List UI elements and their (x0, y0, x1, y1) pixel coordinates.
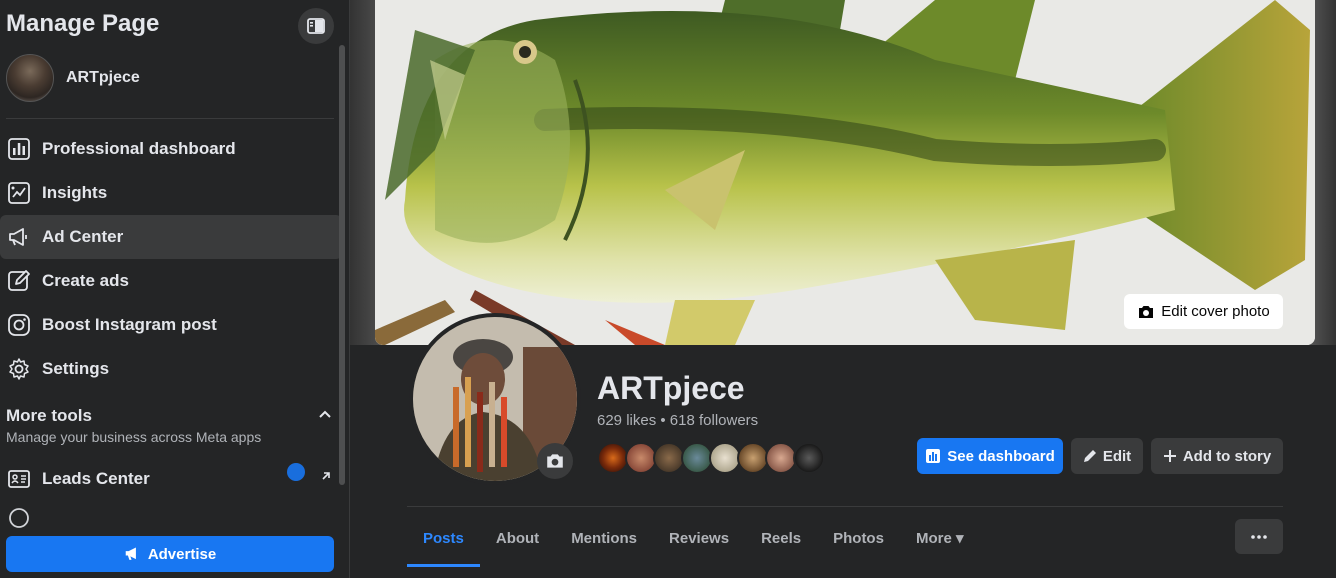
edit-cover-label: Edit cover photo (1161, 303, 1270, 320)
notification-badge (287, 463, 305, 481)
sidebar-item-ad-center[interactable]: Ad Center (0, 215, 342, 259)
see-dashboard-label: See dashboard (947, 447, 1055, 465)
sidebar-scrollbar[interactable] (339, 45, 345, 485)
sidebar-item-insights[interactable]: Insights (0, 171, 342, 215)
tab-mentions[interactable]: Mentions (555, 510, 653, 566)
sidebar: Manage Page ARTpjece Professional dashbo… (0, 0, 350, 578)
page-switcher[interactable]: ARTpjece (6, 54, 140, 102)
sidebar-item-label: Insights (42, 183, 108, 202)
chevron-up-icon[interactable] (318, 408, 332, 427)
dashboard-icon (6, 136, 32, 162)
divider (407, 506, 1283, 507)
sidebar-item-create-ads[interactable]: Create ads (0, 259, 342, 303)
collapse-sidebar-button[interactable] (298, 8, 334, 44)
advertise-label: Advertise (147, 545, 217, 563)
instagram-icon (6, 312, 32, 338)
sidebar-toggle-icon (307, 18, 325, 34)
sidebar-item-boost-instagram[interactable]: Boost Instagram post (0, 303, 342, 347)
external-link-icon (320, 469, 332, 487)
plus-icon (1163, 449, 1177, 463)
edit-label: Edit (1102, 447, 1132, 465)
megaphone-icon (6, 224, 32, 250)
megaphone-icon (125, 547, 136, 560)
tab-reviews[interactable]: Reviews (653, 510, 745, 566)
pencil-square-icon (6, 268, 32, 294)
sidebar-item-label: Boost Instagram post (42, 315, 217, 334)
change-profile-photo-button[interactable] (537, 443, 573, 479)
sidebar-item-label: Settings (42, 359, 110, 378)
leads-icon (6, 466, 32, 492)
tab-more[interactable]: More ▾ (900, 510, 980, 566)
edit-cover-photo-button[interactable]: Edit cover photo (1124, 294, 1283, 329)
tab-posts[interactable]: Posts (407, 510, 480, 567)
insights-icon (6, 180, 32, 206)
sidebar-item-professional-dashboard[interactable]: Professional dashboard (0, 127, 342, 171)
advertise-button[interactable]: Advertise (6, 536, 334, 572)
gear-icon (6, 356, 32, 382)
follower-avatar[interactable] (793, 442, 825, 474)
sidebar-item-label: Create ads (42, 271, 129, 290)
camera-icon (547, 454, 563, 468)
page-tabs: Posts About Mentions Reviews Reels Photo… (407, 510, 980, 567)
page-title: ARTpjece (597, 370, 745, 406)
sidebar-menu: Professional dashboard Insights Ad Cente… (0, 127, 342, 391)
tab-about[interactable]: About (480, 510, 555, 566)
more-tools-title: More tools (6, 406, 92, 425)
camera-icon (1139, 305, 1154, 318)
page-stats[interactable]: 629 likes • 618 followers (597, 412, 758, 429)
tab-photos[interactable]: Photos (817, 510, 900, 566)
page-avatar (6, 54, 54, 102)
page-name: ARTpjece (66, 69, 140, 86)
more-options-button[interactable] (1235, 519, 1283, 554)
see-dashboard-button[interactable]: See dashboard (917, 438, 1063, 474)
sidebar-item-label: Professional dashboard (42, 139, 236, 158)
dashboard-icon (925, 448, 941, 464)
sidebar-item-label: Leads Center (42, 469, 150, 488)
business-suite-icon (6, 503, 32, 529)
divider (6, 118, 334, 119)
add-to-story-label: Add to story (1182, 447, 1272, 465)
sidebar-item-settings[interactable]: Settings (0, 347, 342, 391)
leads-section: Leads Center (0, 457, 342, 531)
tab-reels[interactable]: Reels (745, 510, 817, 566)
edit-button[interactable]: Edit (1071, 438, 1143, 474)
more-tools-subtitle: Manage your business across Meta apps (6, 429, 262, 445)
more-tools-section[interactable]: More tools Manage your business across M… (6, 406, 336, 445)
sidebar-title: Manage Page (6, 10, 160, 37)
pencil-icon (1083, 449, 1097, 463)
ellipsis-icon (1251, 534, 1267, 539)
sidebar-item-partial[interactable] (0, 463, 342, 531)
sidebar-item-label: Ad Center (42, 227, 124, 246)
follower-avatars[interactable] (597, 442, 825, 474)
add-to-story-button[interactable]: Add to story (1151, 438, 1283, 474)
